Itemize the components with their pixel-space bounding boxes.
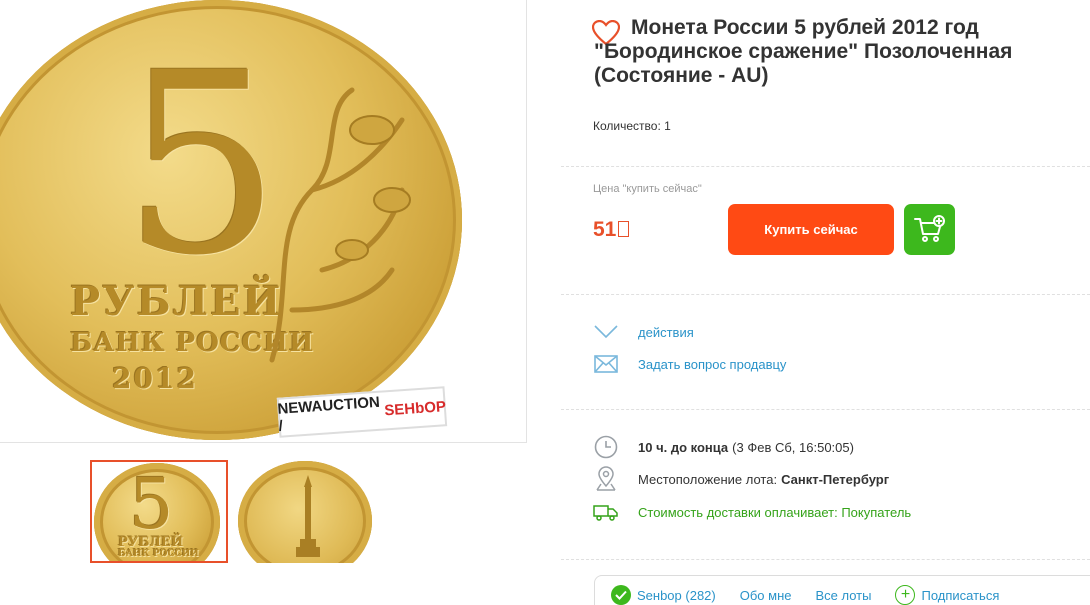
clock-icon: [593, 434, 619, 460]
cart-plus-icon: [913, 214, 945, 242]
actions-row[interactable]: действия: [593, 322, 694, 342]
buy-now-button[interactable]: Купить сейчас: [728, 204, 894, 255]
about-seller-link[interactable]: Обо мне: [740, 588, 792, 603]
thumbnail-1[interactable]: 5 РУБЛЕЙ БАНК РОССИИ: [90, 460, 228, 563]
actions-link[interactable]: действия: [638, 325, 694, 340]
envelope-icon: [593, 354, 619, 374]
thumbnail-coin-reverse: 5 РУБЛЕЙ БАНК РОССИИ: [94, 463, 220, 561]
add-to-cart-button[interactable]: [904, 204, 955, 255]
seller-name-link[interactable]: Seнbор (282): [637, 588, 716, 603]
location-value: Санкт-Петербург: [781, 471, 890, 487]
divider: [561, 409, 1090, 410]
map-pin-icon: [593, 466, 619, 492]
price-value: 51: [593, 218, 630, 242]
ask-seller-link[interactable]: Задать вопрос продавцу: [638, 357, 786, 372]
divider: [561, 559, 1090, 560]
plus-circle-icon: +: [895, 585, 916, 605]
chevron-down-icon: [593, 322, 619, 342]
time-left: 10 ч. до конца: [638, 439, 729, 455]
monument-icon: [296, 475, 320, 557]
subscribe-item[interactable]: + Подписаться: [895, 585, 999, 605]
main-lot-image[interactable]: 5 РУБЛЕЙ БАНК РОССИИ 2012 NEWAUCTION / S…: [0, 0, 527, 443]
location-row: Местоположение лота: Санкт-Петербург: [593, 466, 889, 492]
shipping-row: Стоимость доставки оплачивает: Покупател…: [593, 499, 911, 525]
coin-year-text: 2012: [112, 362, 198, 395]
shipping-info: Стоимость доставки оплачивает: Покупател…: [638, 504, 912, 520]
verified-check-icon: [611, 585, 631, 605]
quantity: Количество: 1: [593, 119, 671, 133]
price-label: Цена "купить сейчас": [593, 183, 702, 195]
thumbnail-coin-obverse: [238, 461, 372, 563]
thumbnail-2[interactable]: [234, 460, 372, 563]
seller-bar: Seнbор (282) Обо мне Все лоты + Подписат…: [594, 575, 1090, 605]
subscribe-link[interactable]: Подписаться: [921, 588, 999, 603]
thumbnail-strip: 5 РУБЛЕЙ БАНК РОССИИ: [90, 460, 372, 564]
coin-image: 5 РУБЛЕЙ БАНК РОССИИ 2012: [0, 0, 462, 440]
lot-title: Монета России 5 рублей 2012 год "Бородин…: [594, 16, 1013, 87]
ask-seller-row[interactable]: Задать вопрос продавцу: [593, 354, 786, 374]
currency-symbol: [618, 221, 630, 237]
coin-rubles-text: РУБЛЕЙ: [70, 278, 283, 325]
coin-ornament: [269, 87, 411, 363]
seller-name-item[interactable]: Seнbор (282): [611, 585, 716, 605]
all-lots-link[interactable]: Все лоты: [815, 588, 871, 603]
location-label: Местоположение лота:: [638, 471, 778, 487]
end-date: (3 Фев Сб, 16:50:05): [732, 439, 854, 455]
divider: [561, 294, 1090, 295]
divider: [561, 166, 1090, 167]
truck-icon: [593, 499, 619, 525]
time-left-row: 10 ч. до конца (3 Фев Сб, 16:50:05): [593, 434, 854, 460]
